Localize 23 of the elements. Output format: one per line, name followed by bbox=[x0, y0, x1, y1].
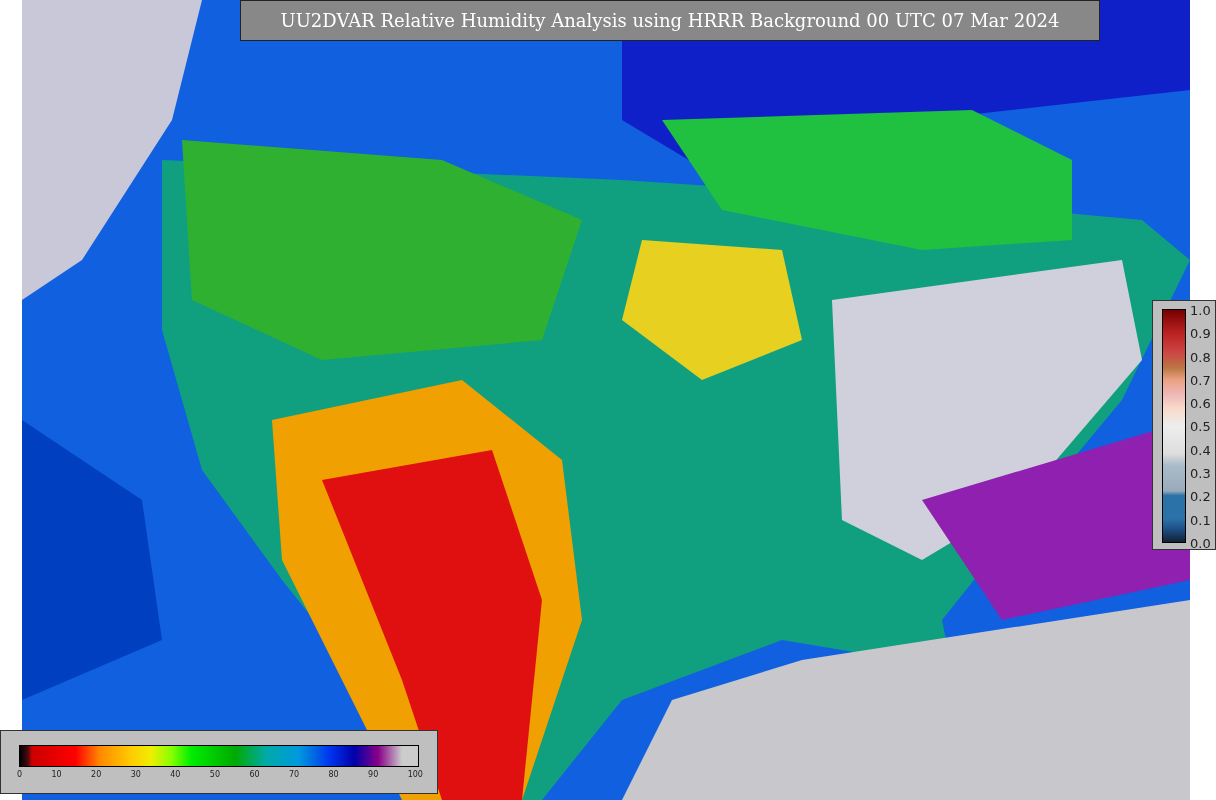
tick-label: 0.2 bbox=[1190, 489, 1211, 505]
tick-label: 0.8 bbox=[1190, 349, 1211, 365]
tick-label: 60 bbox=[249, 770, 260, 779]
map-title: UU2DVAR Relative Humidity Analysis using HRRR Background 00 UTC 07 Mar 2024 bbox=[240, 0, 1100, 41]
tick-label: 70 bbox=[288, 770, 300, 779]
tick-label: 80 bbox=[328, 770, 339, 779]
tick-label: 20 bbox=[91, 770, 102, 779]
tick-label: 100 bbox=[407, 770, 423, 779]
tick-label: 0.3 bbox=[1190, 466, 1211, 482]
tick-label: 0.1 bbox=[1190, 512, 1211, 528]
tick-label: 1.0 bbox=[1190, 303, 1211, 318]
tick-label: 0.9 bbox=[1190, 326, 1211, 342]
tick-label: 30 bbox=[130, 770, 141, 779]
tick-label: 0.7 bbox=[1190, 372, 1211, 388]
tick-label: 0 bbox=[17, 770, 23, 779]
tick-label: 0.4 bbox=[1190, 442, 1211, 458]
tick-label: 0.0 bbox=[1190, 535, 1211, 551]
tick-label: 50 bbox=[209, 770, 220, 779]
tick-label: 10 bbox=[51, 770, 62, 779]
tick-label: 40 bbox=[170, 770, 181, 779]
tick-label: 0.5 bbox=[1190, 419, 1211, 435]
tick-label: 90 bbox=[368, 770, 379, 779]
tick-label: 0.6 bbox=[1190, 396, 1211, 412]
